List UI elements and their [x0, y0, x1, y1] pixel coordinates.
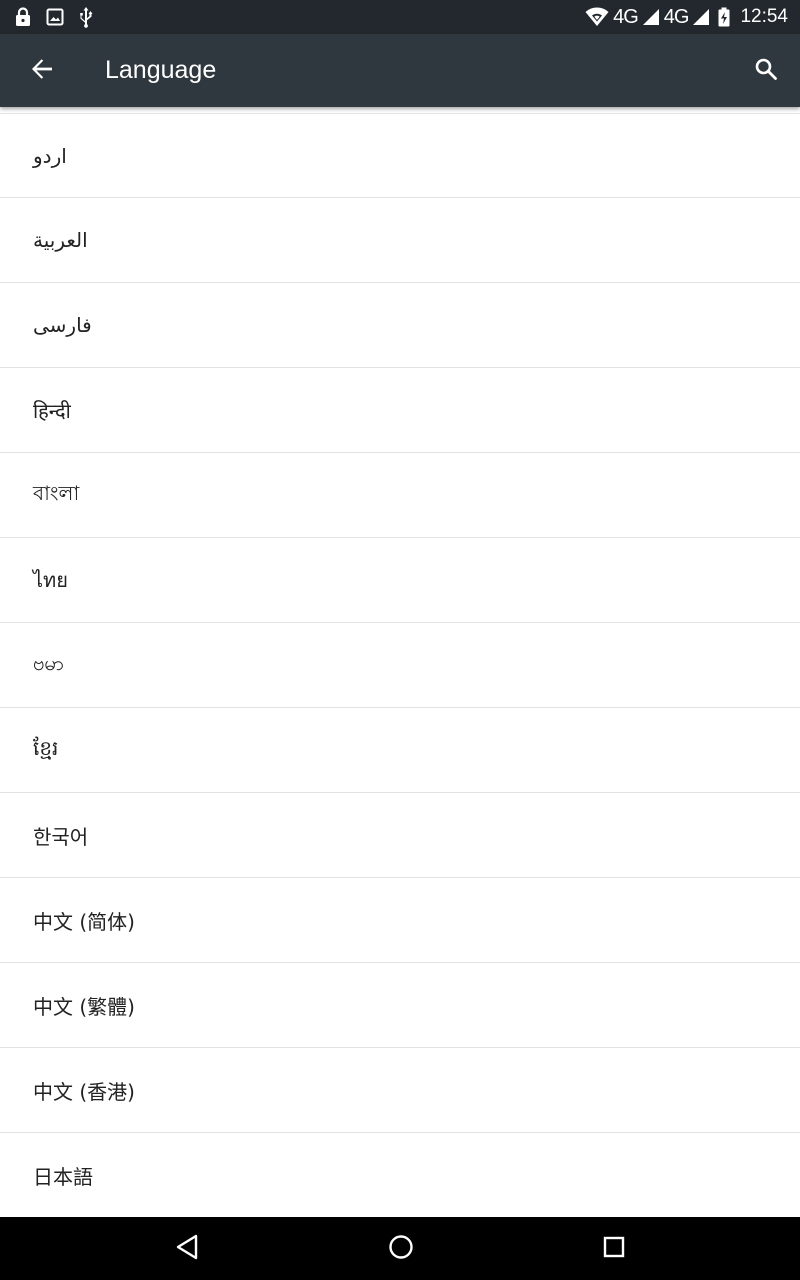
language-label: اردو [33, 143, 67, 168]
language-label: ไทย [33, 568, 68, 592]
language-item-urdu[interactable]: اردو [0, 114, 800, 198]
lock-icon [14, 7, 32, 27]
nav-home-button[interactable] [365, 1217, 437, 1280]
language-label: 한국어 [33, 824, 89, 849]
back-button[interactable] [0, 34, 84, 107]
language-label: 中文 (香港) [33, 1079, 135, 1104]
language-label: বাংলা [33, 480, 80, 505]
language-label: 中文 (繁體) [33, 994, 135, 1019]
language-item-bengali[interactable]: বাংলা [0, 453, 800, 538]
nav-back-button[interactable] [151, 1217, 223, 1280]
signal-icon [692, 8, 710, 26]
language-label: ខ្មែរ [33, 736, 59, 760]
page-title: Language [105, 56, 217, 84]
signal-icon [642, 8, 660, 26]
language-label: 日本語 [33, 1164, 93, 1189]
status-clock: 12:54 [740, 6, 788, 27]
language-item-arabic[interactable]: العربية [0, 198, 800, 283]
language-list: اردو العربية فارسی हिन्दी বাংলা ไทย ဗမာ … [0, 113, 800, 1217]
usb-icon [78, 6, 94, 28]
language-item-japanese[interactable]: 日本語 [0, 1133, 800, 1217]
language-item-burmese[interactable]: ဗမာ [0, 623, 800, 708]
status-right-icons: 4G 4G 12:54 [581, 6, 788, 29]
language-label: فارسی [33, 313, 92, 337]
arrow-back-icon [31, 58, 53, 84]
network-type-1: 4G [613, 5, 639, 28]
image-icon [46, 8, 64, 26]
language-item-chinese-simplified[interactable]: 中文 (简体) [0, 878, 800, 963]
network-type-2: 4G [663, 5, 690, 28]
navigation-bar [0, 1217, 800, 1280]
status-bar: 4G 4G 12:54 [0, 0, 800, 34]
language-label: ဗမာ [33, 651, 65, 675]
nav-back-icon [174, 1233, 200, 1265]
language-item-chinese-hongkong[interactable]: 中文 (香港) [0, 1048, 800, 1133]
language-item-khmer[interactable]: ខ្មែរ [0, 708, 800, 793]
language-item-hindi[interactable]: हिन्दी [0, 368, 800, 453]
nav-recents-button[interactable] [578, 1217, 650, 1280]
language-item-korean[interactable]: 한국어 [0, 793, 800, 878]
language-label: 中文 (简体) [33, 909, 135, 934]
nav-home-icon [388, 1234, 414, 1264]
language-label: हिन्दी [33, 398, 71, 423]
language-item-chinese-traditional[interactable]: 中文 (繁體) [0, 963, 800, 1048]
search-button[interactable] [732, 34, 800, 107]
language-item-thai[interactable]: ไทย [0, 538, 800, 623]
app-bar: Language [0, 34, 800, 107]
language-item-persian[interactable]: فارسی [0, 283, 800, 368]
status-left-icons [14, 6, 108, 28]
nav-recents-icon [602, 1235, 626, 1263]
language-label: العربية [33, 228, 88, 252]
battery-charging-icon [718, 7, 730, 27]
search-icon [754, 57, 778, 85]
wifi-icon [585, 7, 609, 27]
